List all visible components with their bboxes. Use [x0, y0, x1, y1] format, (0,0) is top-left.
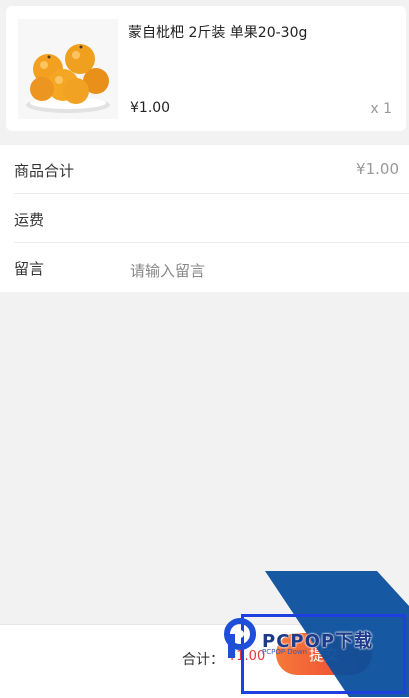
- remark-input[interactable]: [130, 260, 390, 282]
- watermark-subtext: PCPOP Down: [262, 648, 308, 656]
- product-price: ¥1.00: [130, 100, 171, 116]
- product-quantity: x 1: [370, 101, 392, 117]
- total-label: 合计：: [182, 652, 224, 668]
- product-card[interactable]: 蒙自枇杷 2斤装 单果20-30g ¥1.00 x 1: [6, 6, 406, 131]
- product-title: 蒙自枇杷 2斤装 单果20-30g: [128, 25, 308, 41]
- shipping-label: 运费: [14, 211, 45, 229]
- remark-label: 留言: [14, 260, 45, 278]
- pcpop-logo-icon: [224, 618, 256, 658]
- product-image: [18, 19, 118, 119]
- subtotal-row: 商品合计 ¥1.00: [14, 145, 409, 194]
- subtotal-value: ¥1.00: [356, 160, 399, 178]
- loquat-fruit-photo: [18, 19, 118, 119]
- shipping-row: 运费: [14, 194, 409, 243]
- subtotal-label: 商品合计: [14, 162, 75, 180]
- order-summary: 商品合计 ¥1.00 运费 留言: [0, 145, 409, 292]
- remark-row: 留言: [14, 243, 409, 291]
